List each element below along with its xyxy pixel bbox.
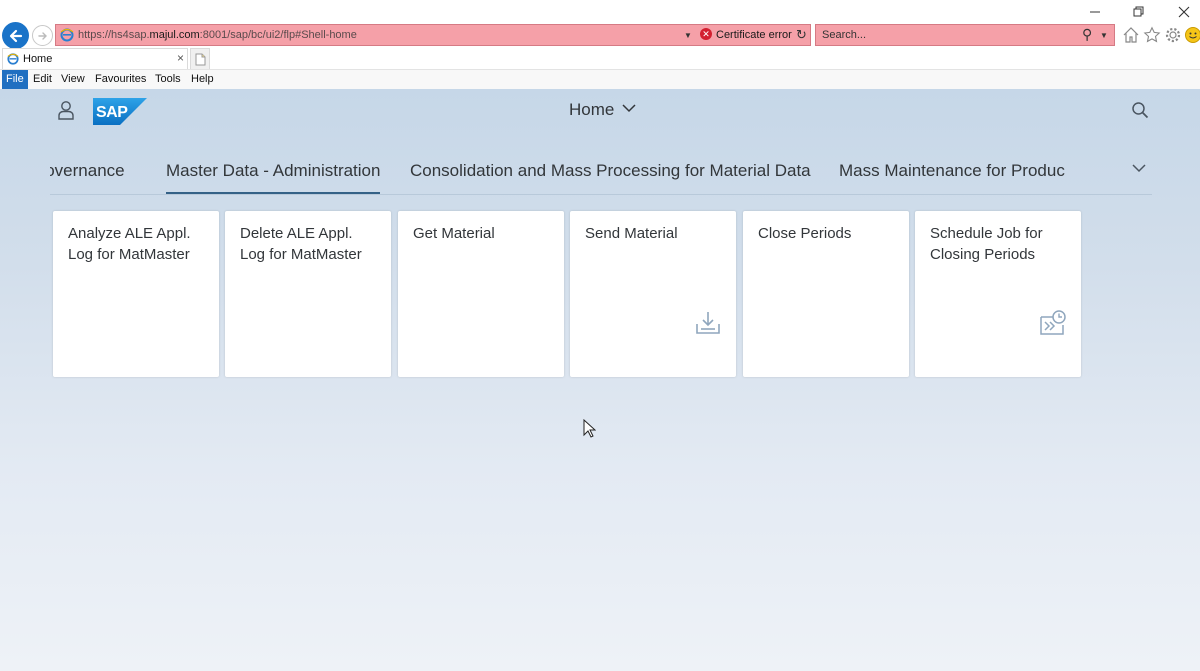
forward-button[interactable] [32, 25, 53, 46]
tile-close-periods[interactable]: Close Periods [743, 211, 909, 377]
schedule-job-icon [1040, 310, 1066, 335]
menu-bar: File Edit View Favourites Tools Help [0, 69, 1200, 90]
tab-strip: Home × [0, 48, 1200, 69]
address-bar[interactable]: https://hs4sap.majul.com:8001/sap/bc/ui2… [55, 24, 811, 46]
tile-title: Send Material [585, 225, 678, 242]
menu-edit[interactable]: Edit [33, 73, 52, 85]
refresh-icon[interactable]: ↻ [796, 27, 807, 43]
browser-chrome: https://hs4sap.majul.com:8001/sap/bc/ui2… [0, 0, 1200, 90]
selected-anchor-indicator [166, 192, 380, 194]
shell-title[interactable]: Home [569, 100, 614, 120]
user-icon[interactable] [57, 100, 75, 120]
anchor-item-governance[interactable]: Governance [50, 161, 125, 181]
tile-analyze-ale-log[interactable]: Analyze ALE Appl. Log for MatMaster [53, 211, 219, 377]
restore-button[interactable] [1129, 4, 1149, 20]
tile-title: Delete ALE Appl. Log for MatMaster [240, 225, 362, 263]
back-button[interactable] [2, 22, 29, 49]
chevron-down-icon[interactable] [1132, 163, 1146, 173]
sap-logo[interactable]: SAP [93, 98, 147, 125]
ie-icon [60, 28, 74, 42]
menu-file[interactable]: File [2, 70, 28, 90]
svg-text:SAP: SAP [96, 104, 128, 121]
browser-search-field[interactable]: Search... ⚲ ▼ [815, 24, 1115, 46]
tile-title: Close Periods [758, 225, 852, 242]
chevron-down-icon[interactable] [622, 103, 636, 113]
ie-icon [7, 53, 19, 65]
tile-get-material[interactable]: Get Material [398, 211, 564, 377]
tile-send-material[interactable]: Send Material [570, 211, 736, 377]
minimize-button[interactable] [1085, 4, 1105, 20]
tile-schedule-job-closing-periods[interactable]: Schedule Job for Closing Periods [915, 211, 1081, 377]
favorites-star-icon[interactable] [1143, 26, 1161, 44]
arrow-left-icon [9, 29, 22, 42]
anchor-item-master-data-administration[interactable]: Master Data - Administration [166, 161, 380, 181]
browser-tab-label: Home [23, 53, 53, 65]
tile-delete-ale-log[interactable]: Delete ALE Appl. Log for MatMaster [225, 211, 391, 377]
search-dropdown-icon[interactable]: ▼ [1100, 31, 1108, 40]
menu-view[interactable]: View [61, 73, 85, 85]
search-icon[interactable] [1131, 101, 1149, 119]
browser-tab-home[interactable]: Home × [2, 48, 188, 69]
new-tab-icon [195, 53, 205, 65]
anchor-navigation-bar: Governance Master Data - Administration … [50, 149, 1152, 195]
smiley-feedback-icon[interactable] [1184, 26, 1200, 44]
menu-favourites[interactable]: Favourites [95, 73, 146, 85]
gear-icon[interactable] [1164, 26, 1182, 44]
certificate-error-icon[interactable]: ✕ [700, 28, 712, 40]
new-tab-button[interactable] [190, 48, 210, 69]
certificate-error-text[interactable]: Certificate error [716, 29, 792, 41]
browser-search-placeholder[interactable]: Search... [822, 29, 866, 41]
tile-title: Schedule Job for Closing Periods [930, 225, 1043, 263]
menu-help[interactable]: Help [191, 73, 214, 85]
search-icon[interactable]: ⚲ [1082, 26, 1092, 43]
download-icon [696, 312, 720, 334]
menu-tools[interactable]: Tools [155, 73, 181, 85]
close-window-button[interactable] [1174, 4, 1194, 20]
arrow-right-icon [37, 31, 47, 40]
close-tab-icon[interactable]: × [177, 51, 184, 65]
mouse-cursor-icon [583, 419, 596, 438]
tile-title: Analyze ALE Appl. Log for MatMaster [68, 225, 191, 263]
home-icon[interactable] [1122, 26, 1140, 44]
tile-title: Get Material [413, 225, 495, 242]
address-dropdown-icon[interactable]: ▼ [684, 31, 692, 40]
fiori-launchpad: SAP Home Governance Master Data - Admini… [0, 89, 1200, 671]
address-url[interactable]: https://hs4sap.majul.com:8001/sap/bc/ui2… [78, 29, 357, 41]
anchor-item-consolidation[interactable]: Consolidation and Mass Processing for Ma… [410, 161, 811, 181]
anchor-item-mass-maintenance[interactable]: Mass Maintenance for Produc [839, 161, 1065, 181]
